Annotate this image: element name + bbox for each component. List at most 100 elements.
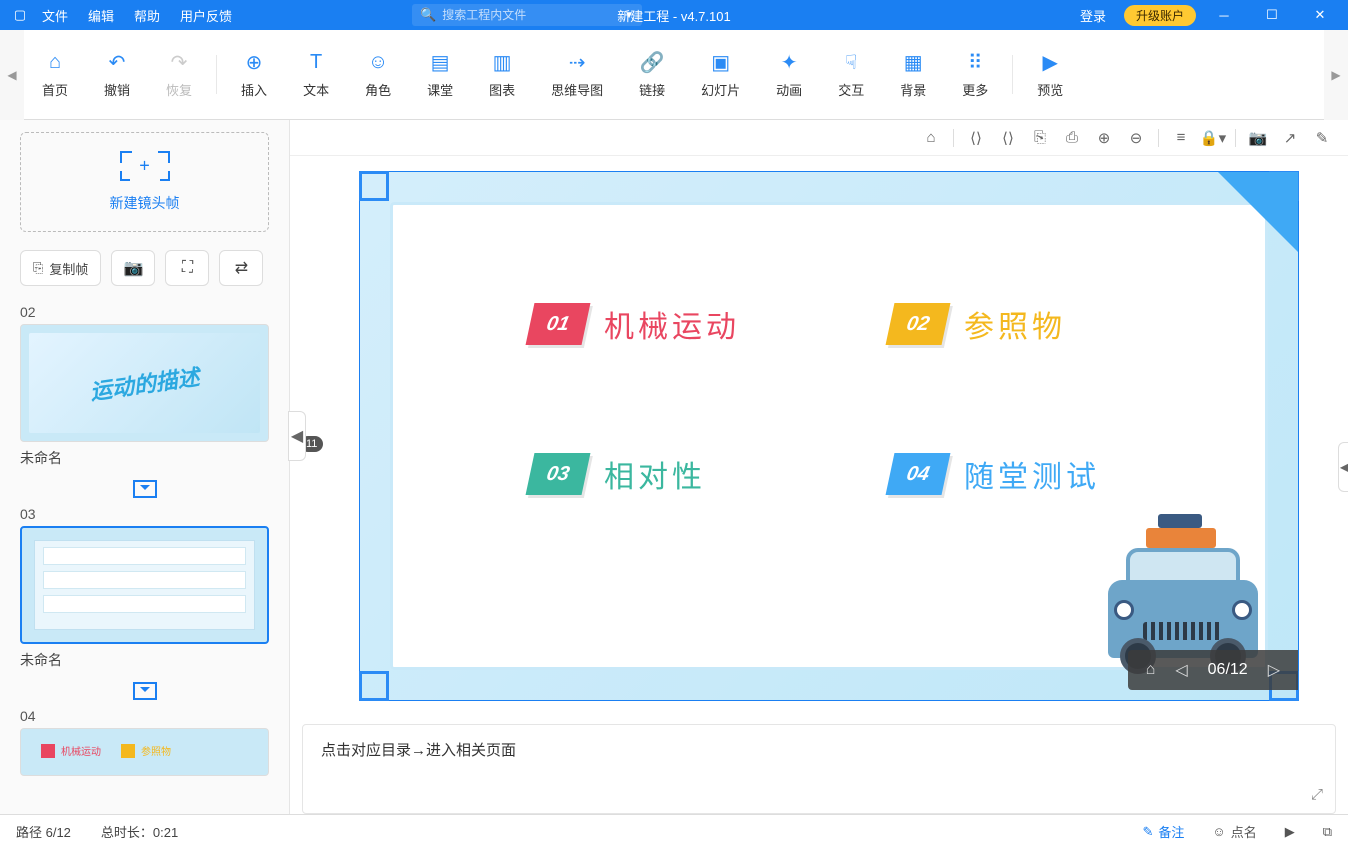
maximize-button[interactable]: ☐ (1252, 0, 1292, 30)
tool-more[interactable]: ⠿更多 (944, 40, 1006, 109)
menu-feedback[interactable]: 用户反馈 (170, 6, 242, 25)
statusbar: 路径 6/12 总时长：0:21 ✎备注 ☺点名 ▶ ⧉ (0, 814, 1348, 848)
frame-thumbnail[interactable]: 运动的描述 (20, 324, 269, 442)
nav-fwd-icon[interactable]: ⟨⟩ (994, 124, 1022, 152)
titlebar: ▢ 文件 编辑 帮助 用户反馈 新建工程 - v4.7.101 🔍 ▼ 登录 升… (0, 0, 1348, 30)
tool-interact[interactable]: ☟交互 (820, 40, 882, 109)
tool-link[interactable]: 🔗链接 (621, 40, 683, 109)
home-icon: ⌂ (43, 50, 67, 74)
separator (1012, 55, 1013, 94)
search-input[interactable] (442, 8, 620, 22)
tool-redo[interactable]: ↷恢复 (148, 40, 210, 109)
tool-role[interactable]: ☺角色 (347, 40, 409, 109)
tool-bg[interactable]: ▦背景 (882, 40, 944, 109)
tool-chart[interactable]: ▥图表 (471, 40, 533, 109)
notes-bar[interactable]: 点击对应目录→进入相关页面 ⤢ (302, 724, 1336, 814)
toc-item-02[interactable]: 02 参照物 (890, 302, 1066, 346)
search-box[interactable]: 🔍 ▼ (412, 4, 642, 26)
toolbar-scroll-left[interactable]: ◀ (0, 30, 24, 120)
tool-undo[interactable]: ↶撤销 (86, 40, 148, 109)
layers-icon: ⧉ (1323, 824, 1332, 840)
selection-corner[interactable] (359, 171, 389, 201)
anim-icon: ✦ (777, 50, 801, 74)
collapse-left-panel[interactable]: ◀ (288, 411, 306, 461)
corner-decoration (1218, 172, 1298, 252)
toc-item-01[interactable]: 01 机械运动 (530, 302, 740, 346)
lock-icon[interactable]: 🔒▾ (1199, 124, 1227, 152)
interact-icon: ☟ (839, 50, 863, 74)
frame-thumbnail[interactable] (20, 526, 269, 644)
status-layers[interactable]: ⧉ (1323, 824, 1332, 840)
zoom-out-icon[interactable]: ⊖ (1122, 124, 1150, 152)
minimize-button[interactable]: ─ (1204, 0, 1244, 30)
tool-preview[interactable]: ▶预览 (1019, 40, 1081, 109)
scan-button[interactable]: ⛶ (165, 250, 209, 286)
chart-icon: ▥ (490, 50, 514, 74)
edit-icon[interactable]: ✎ (1308, 124, 1336, 152)
toolbar-scroll-right[interactable]: ▶ (1324, 30, 1348, 120)
tool-mindmap[interactable]: ⇢思维导图 (533, 40, 621, 109)
play-icon: ▶ (1285, 824, 1295, 840)
tool-slide[interactable]: ▣幻灯片 (683, 40, 758, 109)
toc-text: 相对性 (604, 452, 706, 496)
align-icon[interactable]: ≡ (1167, 124, 1195, 152)
tool-anim[interactable]: ✦动画 (758, 40, 820, 109)
toc-number: 02 (886, 303, 951, 345)
expand-notes-icon[interactable]: ⤢ (1311, 786, 1323, 803)
zoom-in-icon[interactable]: ⊕ (1090, 124, 1118, 152)
tool-class[interactable]: ▤课堂 (409, 40, 471, 109)
nav-home-icon[interactable]: ⌂ (1146, 661, 1156, 679)
snapshot-button[interactable]: 📷 (111, 250, 155, 286)
canvas-viewport[interactable]: 11 ◀ 01 机械运动 02 参照物 03 相对性 (290, 156, 1348, 716)
upgrade-button[interactable]: 升级账户 (1124, 5, 1196, 26)
undo-icon: ↶ (105, 50, 129, 74)
path-button[interactable]: ⇄ (219, 250, 263, 286)
scan-icon: ⛶ (182, 259, 193, 277)
copy-icon[interactable]: ⎘ (1026, 124, 1054, 152)
thumb-title-text: 运动的描述 (23, 324, 266, 442)
copy-frame-button[interactable]: ⎘复制帧 (20, 250, 101, 286)
frame-item-04[interactable]: 04 机械运动 参照物 (20, 708, 269, 776)
nav-back-icon[interactable]: ⟨⟩ (962, 124, 990, 152)
tool-text[interactable]: T文本 (285, 40, 347, 109)
right-panel-toggle[interactable]: ◀ (1338, 442, 1348, 492)
person-icon: ☺ (1212, 824, 1225, 839)
status-play[interactable]: ▶ (1285, 824, 1295, 840)
nav-next-icon[interactable]: ▷ (1268, 660, 1280, 680)
toc-item-04[interactable]: 04 随堂测试 (890, 452, 1100, 496)
frame-transition-icon[interactable] (0, 480, 289, 498)
status-remark[interactable]: ✎备注 (1142, 822, 1184, 841)
board-icon: ▤ (428, 50, 452, 74)
selection-corner[interactable] (359, 671, 389, 701)
text-icon: T (304, 50, 328, 74)
frame-item-03[interactable]: 03 未命名 (20, 506, 269, 670)
new-frame-button[interactable]: + 新建镜头帧 (20, 132, 269, 232)
path-icon: ⇄ (235, 258, 248, 278)
frame-item-02[interactable]: 02 运动的描述 未命名 (20, 304, 269, 468)
login-link[interactable]: 登录 (1070, 6, 1116, 25)
close-button[interactable]: ✕ (1300, 0, 1340, 30)
toc-text: 随堂测试 (964, 452, 1100, 496)
tool-home[interactable]: ⌂首页 (24, 40, 86, 109)
canvas-home-icon[interactable]: ⌂ (917, 124, 945, 152)
menu-edit[interactable]: 编辑 (78, 6, 124, 25)
slide-canvas[interactable]: 01 机械运动 02 参照物 03 相对性 04 随堂测试 (359, 171, 1299, 701)
export-icon[interactable]: ↗ (1276, 124, 1304, 152)
frames-panel: + 新建镜头帧 ⎘复制帧 📷 ⛶ ⇄ 02 运动的描述 未命名 03 未命名 0… (0, 120, 290, 814)
paste-icon[interactable]: ⎙ (1058, 124, 1086, 152)
nav-prev-icon[interactable]: ◁ (1175, 660, 1187, 680)
frame-number: 04 (20, 708, 269, 724)
link-icon: 🔗 (640, 50, 664, 74)
frame-transition-icon[interactable] (0, 682, 289, 700)
separator (216, 55, 217, 94)
capture-icon[interactable]: 📷 (1244, 124, 1272, 152)
frame-number: 02 (20, 304, 269, 320)
frame-thumbnail[interactable]: 机械运动 参照物 (20, 728, 269, 776)
menu-help[interactable]: 帮助 (124, 6, 170, 25)
insert-icon: ⊕ (242, 50, 266, 74)
status-rollcall[interactable]: ☺点名 (1212, 822, 1256, 841)
menu-file[interactable]: 文件 (32, 6, 78, 25)
frame-title: 未命名 (20, 448, 269, 468)
tool-insert[interactable]: ⊕插入 (223, 40, 285, 109)
toc-item-03[interactable]: 03 相对性 (530, 452, 706, 496)
